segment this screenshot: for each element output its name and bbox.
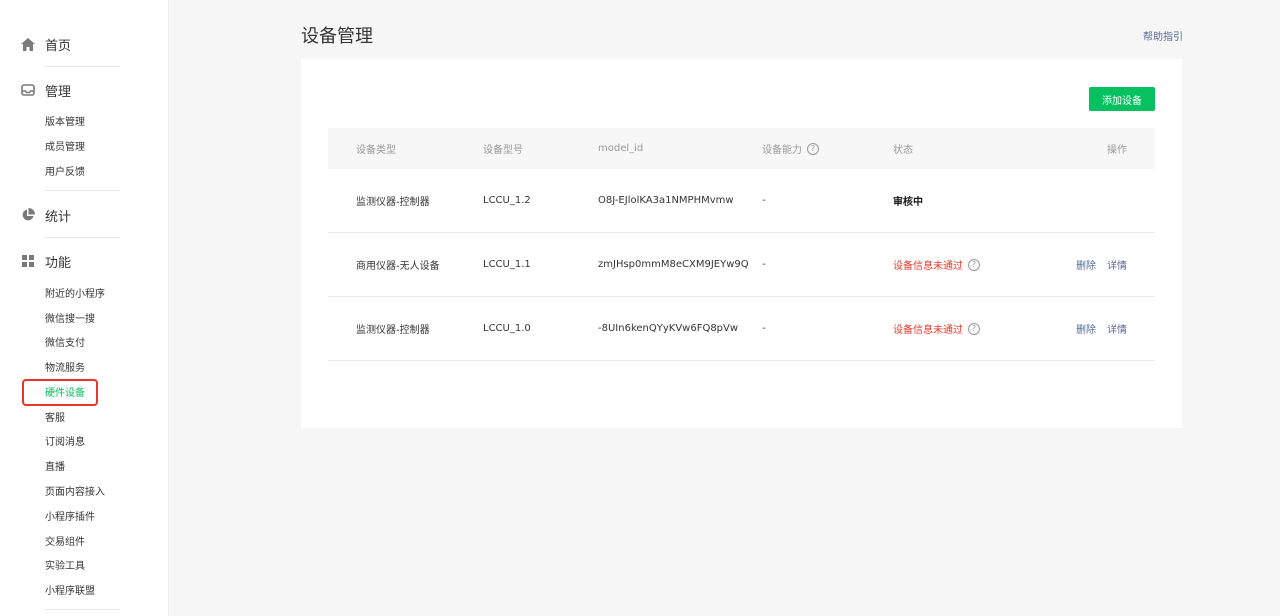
sidebar-item-version[interactable]: 版本管理 xyxy=(45,115,85,131)
device-capability: - xyxy=(762,195,766,206)
home-icon xyxy=(21,37,35,51)
model-id: zmJHsp0mmM8eCXM9JEYw9Q xyxy=(598,259,749,270)
sidebar-item-label: 管理 xyxy=(45,84,72,100)
column-header: 操作 xyxy=(1107,145,1127,156)
device-type: 商用仪器-无人设备 xyxy=(356,261,440,272)
table-row: 监测仪器-控制器 LCCU_1.0 -8UIn6kenQYyKVw6FQ8pVw… xyxy=(328,297,1155,361)
status-text: 设备信息未通过 xyxy=(893,325,963,336)
model-id: -8UIn6kenQYyKVw6FQ8pVw xyxy=(598,323,739,334)
device-capability: - xyxy=(762,323,766,334)
sidebar-item-subscribe[interactable]: 订阅消息 xyxy=(45,435,85,451)
sidebar-item-pay[interactable]: 微信支付 xyxy=(45,336,85,352)
sidebar-item-manage[interactable]: 管理 xyxy=(21,80,71,100)
detail-link[interactable]: 详情 xyxy=(1107,257,1127,272)
content-card: 添加设备 设备类型 设备型号 model_id 设备能力 ? 状态 操作 监测仪… xyxy=(301,59,1182,428)
sidebar-item-label: 功能 xyxy=(45,255,72,271)
grid-icon xyxy=(21,254,35,268)
sidebar-item-plugin[interactable]: 小程序插件 xyxy=(45,510,95,526)
question-icon[interactable]: ? xyxy=(968,322,980,335)
detail-link[interactable]: 详情 xyxy=(1107,321,1127,336)
sidebar-item-home[interactable]: 首页 xyxy=(21,34,71,54)
pie-chart-icon xyxy=(21,208,35,222)
sidebar-item-live[interactable]: 直播 xyxy=(45,460,65,476)
device-type: 监测仪器-控制器 xyxy=(356,197,430,208)
table-row: 监测仪器-控制器 LCCU_1.2 O8J-EJlolKA3a1NMPHMvmw… xyxy=(328,169,1155,233)
divider xyxy=(44,190,120,191)
table-header: 设备类型 设备型号 model_id 设备能力 ? 状态 操作 xyxy=(328,128,1155,169)
column-header: 状态 xyxy=(893,145,913,156)
status-cell: 设备信息未通过 ? xyxy=(893,297,980,360)
delete-link[interactable]: 删除 xyxy=(1076,257,1096,272)
status-text: 审核中 xyxy=(893,197,923,208)
model-id: O8J-EJlolKA3a1NMPHMvmw xyxy=(598,195,734,206)
sidebar-item-label: 首页 xyxy=(45,38,72,54)
sidebar: 首页 管理 版本管理 成员管理 用户反馈 统计 功能 附近的小程序 微信搜一搜 … xyxy=(0,0,169,616)
device-model: LCCU_1.0 xyxy=(483,323,531,334)
sidebar-item-nearby[interactable]: 附近的小程序 xyxy=(45,287,105,303)
delete-link[interactable]: 删除 xyxy=(1076,321,1096,336)
table-row: 商用仪器-无人设备 LCCU_1.1 zmJHsp0mmM8eCXM9JEYw9… xyxy=(328,233,1155,297)
status-text: 设备信息未通过 xyxy=(893,261,963,272)
device-table: 设备类型 设备型号 model_id 设备能力 ? 状态 操作 监测仪器-控制器… xyxy=(328,128,1155,361)
row-actions: 删除 详情 xyxy=(1076,233,1127,296)
sidebar-item-features[interactable]: 功能 xyxy=(21,251,71,271)
divider xyxy=(44,609,120,610)
row-actions: 删除 详情 xyxy=(1076,297,1127,360)
device-capability: - xyxy=(762,259,766,270)
page-title: 设备管理 xyxy=(301,26,373,47)
sidebar-item-lab[interactable]: 实验工具 xyxy=(45,559,85,575)
help-link[interactable]: 帮助指引 xyxy=(1143,28,1183,43)
column-header: model_id xyxy=(598,143,644,154)
column-header-capability: 设备能力 ? xyxy=(762,128,819,169)
sidebar-item-search[interactable]: 微信搜一搜 xyxy=(45,312,95,328)
device-type: 监测仪器-控制器 xyxy=(356,325,430,336)
device-model: LCCU_1.2 xyxy=(483,195,531,206)
column-header: 设备型号 xyxy=(483,145,523,156)
sidebar-item-trade[interactable]: 交易组件 xyxy=(45,535,85,551)
sidebar-item-label: 统计 xyxy=(45,209,72,225)
column-header-label: 设备能力 xyxy=(762,145,802,156)
add-device-button[interactable]: 添加设备 xyxy=(1089,87,1155,111)
status-cell: 设备信息未通过 ? xyxy=(893,233,980,296)
sidebar-item-content[interactable]: 页面内容接入 xyxy=(45,485,105,501)
sidebar-item-hardware[interactable]: 硬件设备 xyxy=(45,386,85,402)
sidebar-item-service[interactable]: 客服 xyxy=(45,411,65,427)
sidebar-item-logistics[interactable]: 物流服务 xyxy=(45,361,85,377)
inbox-icon xyxy=(21,83,35,97)
column-header: 设备类型 xyxy=(356,145,396,156)
divider xyxy=(44,237,120,238)
question-icon[interactable]: ? xyxy=(968,258,980,271)
sidebar-item-members[interactable]: 成员管理 xyxy=(45,140,85,156)
sidebar-item-stats[interactable]: 统计 xyxy=(21,205,71,225)
divider xyxy=(44,66,120,67)
device-model: LCCU_1.1 xyxy=(483,259,531,270)
question-icon[interactable]: ? xyxy=(807,142,819,155)
sidebar-item-feedback[interactable]: 用户反馈 xyxy=(45,165,85,181)
sidebar-item-union[interactable]: 小程序联盟 xyxy=(45,584,95,600)
